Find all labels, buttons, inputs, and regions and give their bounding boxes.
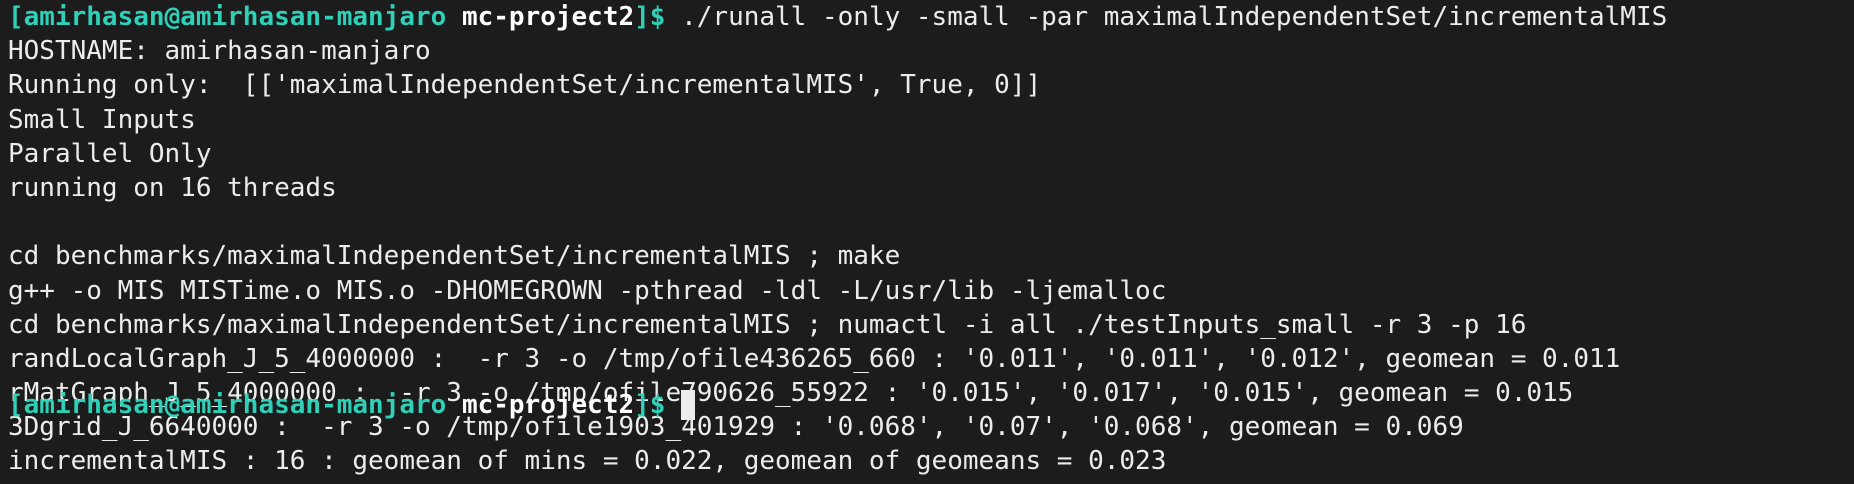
output-line: Small Inputs (8, 104, 196, 135)
next-prompt-symbol: ]$ (634, 390, 682, 420)
output-line: Running only: [['maximalIndependentSet/i… (8, 70, 1042, 101)
output-line: Parallel Only (8, 138, 212, 169)
prompt-user-host: [amirhasan@amirhasan-manjaro (8, 2, 447, 32)
output-line: cd benchmarks/maximalIndependentSet/incr… (8, 241, 901, 272)
output-line: running on 16 threads (8, 172, 337, 203)
prompt-symbol: ]$ (634, 2, 666, 32)
cursor-block (681, 390, 696, 420)
prompt-cwd: mc-project2 (461, 2, 635, 32)
output-line: HOSTNAME: amirhasan-manjaro (8, 36, 431, 67)
summary-line: incrementalMIS : 16 : geomean of mins = … (8, 446, 1167, 477)
command-text: ./runall -only -small -par maximalIndepe… (665, 2, 1668, 32)
next-prompt-line[interactable]: [amirhasan@amirhasan-manjaro mc-project2… (8, 388, 696, 422)
next-prompt-user-host: [amirhasan@amirhasan-manjaro (8, 390, 447, 420)
next-prompt-cwd: mc-project2 (461, 390, 635, 420)
benchmark-result-line: randLocalGraph_J_5_4000000 : -r 3 -o /tm… (8, 343, 1621, 374)
terminal-window[interactable]: [amirhasan@amirhasan-manjaro mc-project2… (0, 0, 1854, 484)
output-line: g++ -o MIS MISTime.o MIS.o -DHOMEGROWN -… (8, 275, 1167, 306)
output-line: cd benchmarks/maximalIndependentSet/incr… (8, 309, 1527, 340)
command-prompt-line: [amirhasan@amirhasan-manjaro mc-project2… (8, 0, 1854, 34)
